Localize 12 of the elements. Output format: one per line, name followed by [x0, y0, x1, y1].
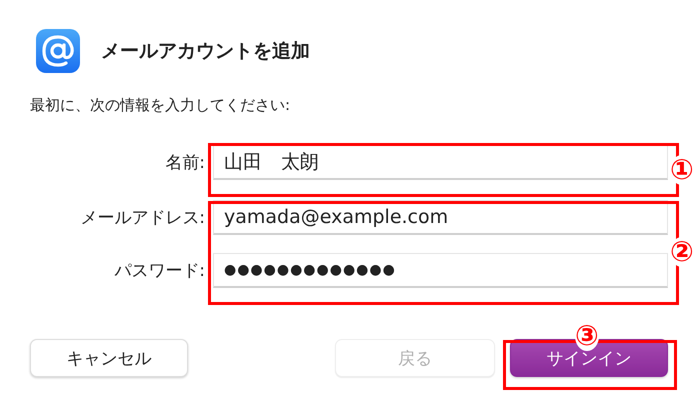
dialog-title: メールアカウントを追加 [101, 39, 310, 64]
field-label: 名前: [164, 152, 205, 174]
step-number: ① [670, 155, 694, 185]
field-label: メールアドレス: [79, 207, 205, 229]
instruction-text: 最初に、次の情報を入力してください: [30, 96, 292, 115]
input-field[interactable]: ●●●●●●●●●●●●● [213, 253, 668, 288]
at-sign-icon [35, 28, 81, 74]
field-label: パスワード: [113, 260, 205, 282]
step-number: ② [670, 237, 694, 267]
input-field[interactable]: 山田 太朗 [213, 145, 668, 180]
dialog-button[interactable]: キャンセル [30, 339, 188, 377]
input-field[interactable]: yamada@example.com [213, 200, 668, 235]
